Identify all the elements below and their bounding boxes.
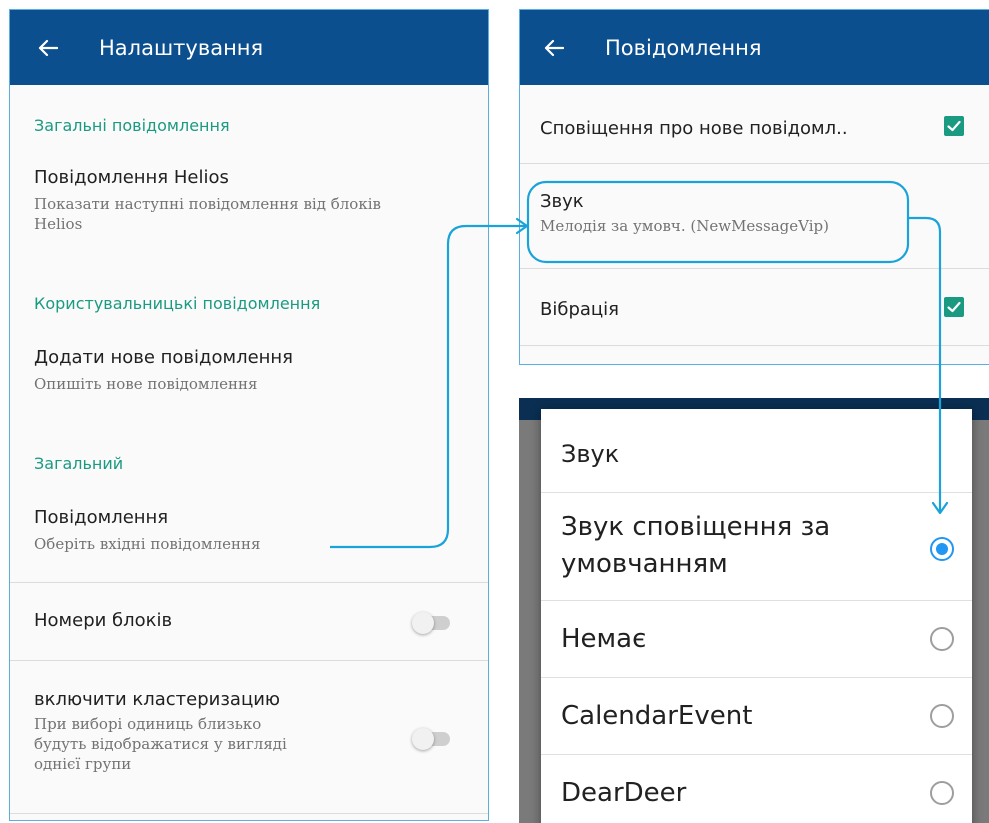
pref-summary: Мелодія за умовч. (NewMessageVip) <box>540 217 829 235</box>
divider <box>10 660 488 661</box>
radio-icon[interactable] <box>930 627 954 651</box>
pref-summary-line: При виборі одиниць близько <box>34 715 262 733</box>
pref-summary-line: однієї групи <box>34 755 132 773</box>
pref-clustering[interactable]: включити кластеризацию При виборі одиниц… <box>34 689 464 774</box>
pref-title: включити кластеризацию <box>34 689 281 710</box>
settings-app-bar: Налаштування <box>10 10 488 85</box>
block-numbers-switch[interactable] <box>412 610 452 634</box>
divider <box>541 492 972 493</box>
arrow-left-icon <box>544 39 564 56</box>
sound-option-calendarevent[interactable]: CalendarEvent <box>541 678 972 755</box>
option-label: Звук сповіщення за умовчанням <box>561 509 830 583</box>
pref-title: Номери блоків <box>34 610 173 631</box>
pref-summary: Оберіть вхідні повідомлення <box>34 535 261 553</box>
radio-icon[interactable] <box>930 704 954 728</box>
sound-option-default[interactable]: Звук сповіщення за умовчанням <box>541 499 972 599</box>
pref-summary: Показати наступні повідомлення від блокі… <box>34 194 464 234</box>
section-user-notifications: Користувальницькі повідомлення <box>34 294 321 313</box>
page-title: Налаштування <box>99 35 264 60</box>
pref-summary-line: Helios <box>34 215 83 233</box>
divider <box>520 163 989 164</box>
option-label: Немає <box>561 624 647 654</box>
notifications-app-bar: Повідомлення <box>520 10 989 85</box>
pref-summary-line: Показати наступні повідомлення від блокі… <box>34 195 381 213</box>
pref-title: Повідомлення Helios <box>34 167 229 188</box>
radio-icon[interactable] <box>930 781 954 805</box>
new-message-alert-label[interactable]: Сповіщення про нове повідомл.. <box>540 118 848 139</box>
settings-screen: Налаштування Загальні повідомлення Повід… <box>9 9 489 821</box>
option-label-line: умовчанням <box>561 549 728 579</box>
pref-title: Звук <box>540 191 584 212</box>
sound-dialog: Звук Звук сповіщення за умовчанням Немає… <box>541 409 972 823</box>
section-general-notifications: Загальні повідомлення <box>34 116 230 135</box>
pref-block-numbers[interactable]: Номери блоків <box>34 610 464 632</box>
pref-summary: При виборі одиниць близько будуть відобр… <box>34 714 464 774</box>
new-message-alert-checkbox[interactable] <box>944 116 964 136</box>
back-button[interactable] <box>36 36 60 60</box>
notifications-screen: Повідомлення Сповіщення про нове повідом… <box>519 9 989 365</box>
pref-sound[interactable]: Звук Мелодія за умовч. (NewMessageVip) <box>540 191 965 236</box>
sound-option-none[interactable]: Немає <box>541 601 972 678</box>
divider <box>520 268 989 269</box>
section-general: Загальний <box>34 454 124 473</box>
dialog-title: Звук <box>561 440 620 468</box>
option-label: CalendarEvent <box>561 701 753 731</box>
switch-thumb <box>412 728 434 750</box>
radio-icon[interactable] <box>930 537 954 561</box>
clustering-switch[interactable] <box>412 726 452 750</box>
arrow-left-icon <box>38 39 58 56</box>
pref-title: Додати нове повідомлення <box>34 347 294 368</box>
divider <box>10 582 488 583</box>
sound-dialog-screen: Звук Звук сповіщення за умовчанням Немає… <box>519 398 989 823</box>
pref-notifications[interactable]: Повідомлення Оберіть вхідні повідомлення <box>34 507 464 554</box>
pref-helios-notifications[interactable]: Повідомлення Helios Показати наступні по… <box>34 167 464 234</box>
vibration-checkbox[interactable] <box>944 297 964 317</box>
pref-summary-line: будуть відображатися у вигляді <box>34 735 287 753</box>
checkbox-checked-icon <box>947 301 961 313</box>
divider <box>10 813 488 814</box>
divider <box>520 345 989 346</box>
checkbox-checked-icon <box>947 120 961 132</box>
option-label: DearDeer <box>561 778 687 808</box>
back-button[interactable] <box>542 36 566 60</box>
option-label-line: Звук сповіщення за <box>561 512 831 542</box>
switch-thumb <box>412 612 434 634</box>
pref-title: Повідомлення <box>34 507 169 528</box>
pref-summary: Опишіть нове повідомлення <box>34 375 258 393</box>
vibration-label[interactable]: Вібрація <box>540 299 619 320</box>
pref-add-new-notification[interactable]: Додати нове повідомлення Опишіть нове по… <box>34 347 464 394</box>
page-title: Повідомлення <box>605 35 762 60</box>
sound-option-deardeer[interactable]: DearDeer <box>541 755 972 823</box>
